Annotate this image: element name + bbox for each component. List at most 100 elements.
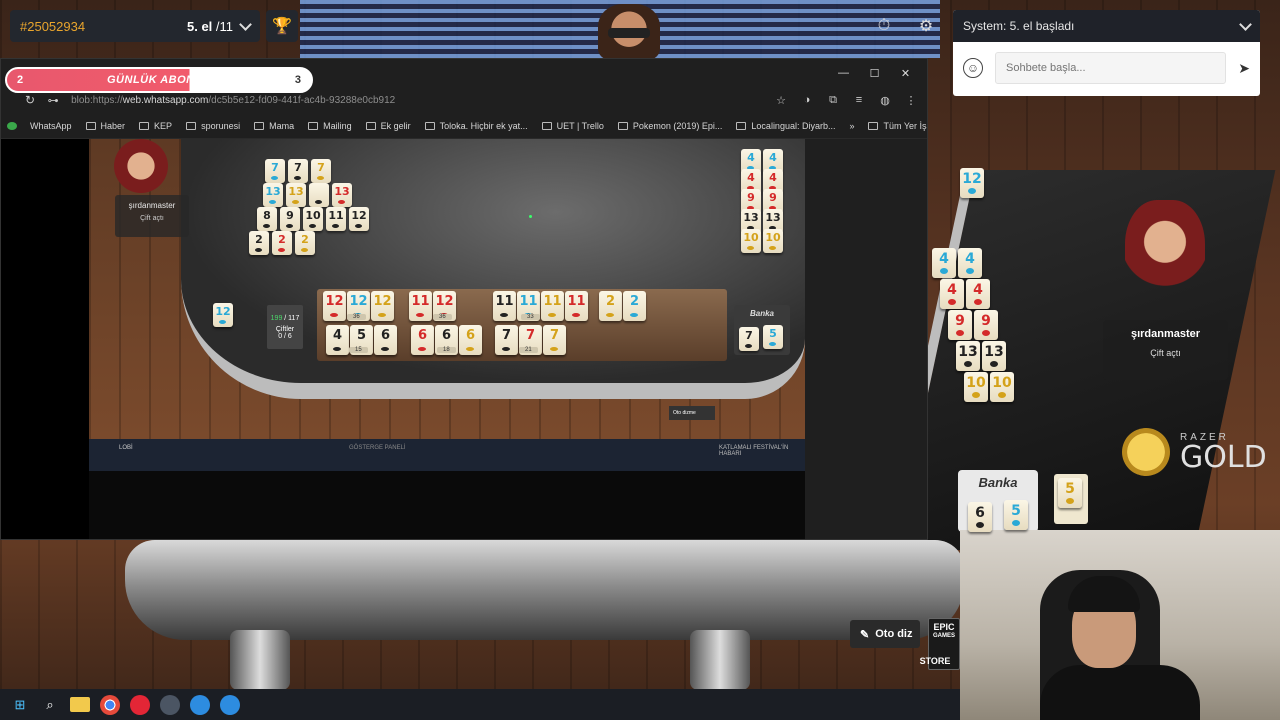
close-icon[interactable]: ✕ [890, 59, 921, 87]
more-menu-icon[interactable]: ⋮ [903, 94, 919, 107]
app-icon[interactable] [190, 694, 210, 715]
bookmark-item[interactable]: Ek gelir [365, 121, 411, 131]
okey-tile[interactable]: 6 [411, 325, 434, 355]
chat-header[interactable]: System: 5. el başladı [953, 10, 1260, 42]
okey-tile[interactable]: 5 [1004, 500, 1028, 530]
bookmark-item[interactable]: KEP [139, 121, 172, 131]
okey-tile[interactable]: 13 [263, 183, 283, 207]
okey-tile[interactable]: 11 [326, 207, 346, 231]
extension-icon[interactable]: ◑ [799, 94, 815, 106]
okey-tile[interactable]: 4 [326, 325, 349, 355]
okey-tile[interactable]: 11 [409, 291, 432, 321]
puzzle-icon[interactable]: ⧉ [825, 94, 841, 107]
bookmark-item[interactable]: UET | Trello [541, 121, 604, 131]
windows-start-icon[interactable]: ⊞ [10, 695, 30, 715]
okey-tile[interactable]: 12 [213, 303, 233, 327]
all-bookmarks[interactable]: Tüm Yer İşaretleri [868, 121, 927, 131]
okey-tile[interactable]: 7 [495, 325, 518, 355]
okey-tile[interactable]: 9 [974, 310, 998, 340]
okey-tile[interactable]: 10 [763, 229, 783, 253]
telegram-icon[interactable] [220, 694, 240, 715]
okey-tile[interactable]: 12 [960, 168, 984, 198]
okey-tile[interactable]: 7 [739, 327, 759, 351]
bookmark-item[interactable]: sporunesi [186, 121, 240, 131]
subscriber-goal-bar: 2 GÜNLÜK ABONE HEDEFİ 3 [5, 67, 313, 93]
bookmark-item[interactable]: Pokemon (2019) Epi... [617, 121, 722, 131]
okey-tile[interactable]: 10 [990, 372, 1014, 402]
game-info-bar[interactable]: #25052934 5. el /11 [10, 10, 260, 42]
site-info-icon[interactable]: ⊶ [45, 94, 61, 107]
chrome-icon[interactable] [100, 694, 120, 715]
opera-icon[interactable] [130, 694, 150, 715]
okey-tile[interactable]: 13 [956, 341, 980, 371]
okey-tile[interactable]: 11 [541, 291, 564, 321]
folder-icon [254, 121, 265, 130]
auto-sort-button[interactable]: ✎ Oto diz [850, 620, 920, 648]
okey-tile[interactable]: 12 [349, 207, 369, 231]
okey-tile[interactable]: 11 [493, 291, 516, 321]
okey-tile[interactable]: 6 [374, 325, 397, 355]
folder-icon [186, 121, 197, 130]
okey-tile[interactable]: 6 [459, 325, 482, 355]
okey-tile[interactable]: 2 [249, 231, 269, 255]
okey-tile[interactable]: 4 [932, 248, 956, 278]
bookmarks-overflow-icon[interactable]: » [849, 121, 854, 131]
okey-tile[interactable]: 2 [599, 291, 622, 321]
okey-tile[interactable]: 7 [543, 325, 566, 355]
profile-icon[interactable]: ◍ [877, 94, 893, 107]
smiley-icon[interactable]: ☺ [963, 58, 983, 78]
okey-tile[interactable]: 12 [371, 291, 394, 321]
reload-icon[interactable]: ↻ [25, 93, 35, 107]
chat-input[interactable] [995, 52, 1227, 84]
okey-tile[interactable]: 5 [1058, 478, 1082, 508]
okey-tile[interactable]: 9 [280, 207, 300, 231]
okey-tile[interactable]: 6 [968, 502, 992, 532]
okey-tile[interactable]: 9 [948, 310, 972, 340]
bookmark-item[interactable]: WhatsApp [7, 121, 72, 131]
okey-tile[interactable]: 10 [964, 372, 988, 402]
bookmark-item[interactable]: Toloka. Hiçbir ek yat... [424, 121, 528, 131]
okey-tile[interactable] [309, 183, 329, 207]
okey-tile[interactable]: 5 [763, 325, 783, 349]
okey-tile[interactable]: 7 [288, 159, 308, 183]
url-field[interactable]: blob:https://web.whatsapp.com/dc5b5e12-f… [71, 95, 763, 106]
okey-tile[interactable]: 4 [940, 279, 964, 309]
okey-tile[interactable]: 7 [311, 159, 331, 183]
search-icon[interactable]: ⌕ [40, 695, 60, 715]
app-icon[interactable] [160, 694, 180, 715]
sub-goal-current: 2 [17, 74, 24, 86]
okey-tile[interactable]: 8 [257, 207, 277, 231]
timer-icon[interactable]: ⏱ [868, 10, 900, 42]
okey-tile[interactable]: 11 [565, 291, 588, 321]
okey-tile[interactable]: 2 [272, 231, 292, 255]
trophy-icon[interactable]: 🏆 [266, 10, 298, 42]
file-explorer-icon[interactable] [70, 697, 90, 712]
chevron-down-icon[interactable] [1239, 17, 1252, 31]
bookmark-item[interactable]: Mama [254, 121, 294, 131]
media-icon[interactable]: ≡ [851, 94, 867, 106]
minimize-icon[interactable]: — [828, 59, 859, 87]
razer-gold-label: GOLD [1180, 439, 1267, 475]
okey-tile[interactable]: 4 [958, 248, 982, 278]
okey-tile[interactable]: 13 [982, 341, 1006, 371]
bookmark-item[interactable]: Localingual: Diyarb... [736, 121, 835, 131]
folder-icon [868, 121, 879, 130]
okey-tile[interactable]: 2 [623, 291, 646, 321]
meld-sum-label: 18 [437, 347, 456, 353]
send-icon[interactable]: ➤ [1238, 60, 1250, 77]
okey-tile[interactable]: 13 [332, 183, 352, 207]
bookmark-item[interactable]: Mailing [308, 121, 352, 131]
okey-tile[interactable]: 7 [265, 159, 285, 183]
okey-tile[interactable]: 10 [741, 229, 761, 253]
folder-icon [736, 121, 747, 130]
chevron-down-icon[interactable] [239, 17, 252, 31]
star-icon[interactable]: ☆ [773, 94, 789, 107]
okey-tile[interactable]: 10 [303, 207, 323, 231]
okey-tile[interactable]: 4 [966, 279, 990, 309]
okey-tile[interactable]: 13 [286, 183, 306, 207]
okey-tile[interactable]: 12 [323, 291, 346, 321]
gear-icon[interactable]: ⚙ [910, 10, 942, 42]
bookmark-item[interactable]: Haber [85, 121, 125, 131]
okey-tile[interactable]: 2 [295, 231, 315, 255]
maximize-icon[interactable]: ☐ [859, 59, 890, 87]
